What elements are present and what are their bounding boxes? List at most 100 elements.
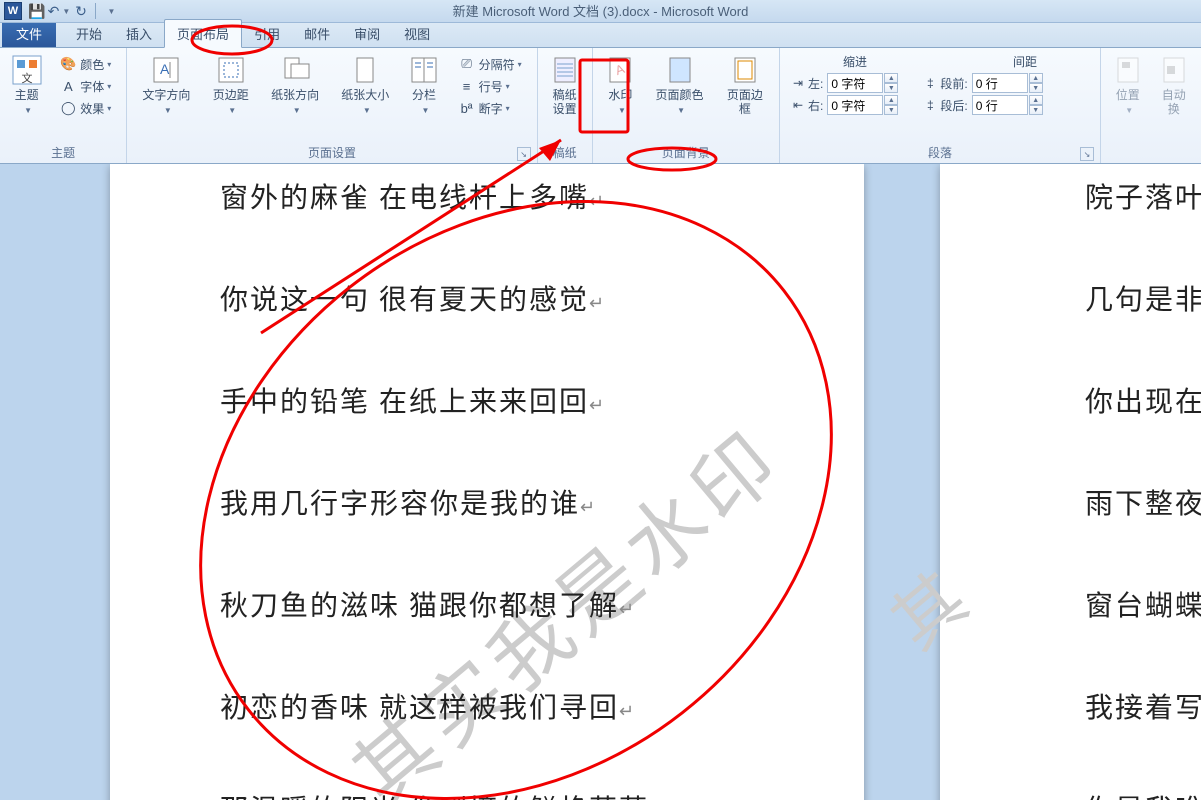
- document-line[interactable]: 你说这一句 很有夏天的感觉↵: [220, 278, 864, 318]
- fonts-icon: A: [60, 78, 76, 94]
- orientation-button[interactable]: 纸张方向▼: [260, 51, 330, 121]
- breaks-button[interactable]: ⎚分隔符▾: [452, 53, 529, 75]
- undo-icon[interactable]: ↶▼: [48, 1, 70, 21]
- page-color-icon: [664, 54, 696, 86]
- indent-right-icon: ⇤: [790, 98, 806, 112]
- indent-right-up[interactable]: ▲: [884, 95, 898, 105]
- wrap-text-icon: [1158, 54, 1190, 86]
- columns-icon: [408, 54, 440, 86]
- page-1[interactable]: 其实我是水印 窗外的麻雀 在电线杆上多嘴↵你说这一句 很有夏天的感觉↵手中的铅笔…: [110, 164, 864, 800]
- indent-left-down[interactable]: ▼: [884, 83, 898, 93]
- watermark-icon: A: [604, 54, 636, 86]
- qat-separator: [95, 3, 96, 19]
- app-icon[interactable]: W: [4, 2, 22, 20]
- tab-review[interactable]: 审阅: [342, 20, 392, 47]
- indent-right-label: 右:: [808, 97, 823, 114]
- spacing-after-up[interactable]: ▲: [1029, 95, 1043, 105]
- spacing-before-icon: ‡: [922, 76, 938, 90]
- spacing-after-label: 段后:: [940, 97, 967, 114]
- watermark-button[interactable]: A 水印▼: [597, 51, 645, 121]
- tab-page-layout[interactable]: 页面布局: [164, 19, 242, 48]
- indent-left-input[interactable]: [827, 73, 883, 93]
- ribbon: 文 主题▼ 🎨颜色▾ A字体▾ ◯效果▾ 主题 A 文字方向▼ 页边距▼: [0, 48, 1201, 164]
- columns-button[interactable]: 分栏▼: [400, 51, 447, 121]
- tab-file[interactable]: 文件: [2, 20, 56, 47]
- wrap-text-button: 自动换: [1151, 51, 1197, 119]
- size-button[interactable]: 纸张大小▼: [330, 51, 400, 121]
- themes-label: 主题: [15, 88, 39, 102]
- position-button: 位置▼: [1105, 51, 1151, 121]
- document-line[interactable]: 院子落叶: [1085, 176, 1201, 216]
- svg-text:文: 文: [21, 71, 32, 85]
- group-page-setup-label: 页面设置: [308, 146, 356, 160]
- group-manuscript-label: 稿纸: [542, 142, 588, 163]
- margins-button[interactable]: 页边距▼: [201, 51, 260, 121]
- colors-icon: 🎨: [60, 56, 76, 72]
- text-direction-icon: A: [150, 54, 182, 86]
- indent-left-up[interactable]: ▲: [884, 73, 898, 83]
- indent-left-label: 左:: [808, 75, 823, 92]
- group-theme-label: 主题: [4, 142, 122, 163]
- document-line[interactable]: 你出现在: [1085, 380, 1201, 420]
- document-area[interactable]: 其实我是水印 窗外的麻雀 在电线杆上多嘴↵你说这一句 很有夏天的感觉↵手中的铅笔…: [0, 164, 1201, 800]
- margins-icon: [215, 54, 247, 86]
- ribbon-tabs: 文件 开始 插入 页面布局 引用 邮件 审阅 视图: [0, 23, 1201, 48]
- breaks-icon: ⎚: [459, 56, 475, 72]
- save-icon[interactable]: 💾: [26, 1, 48, 21]
- page-2[interactable]: 其 院子落叶几句是非你出现在雨下整夜窗台蝴蝶我接着写你是我唯: [940, 164, 1201, 800]
- orientation-icon: [279, 54, 311, 86]
- theme-effects-button[interactable]: ◯效果▾: [53, 97, 118, 119]
- themes-button[interactable]: 文 主题▼: [4, 51, 49, 121]
- document-line[interactable]: 我用几行字形容你是我的谁↵: [220, 482, 864, 522]
- tab-insert[interactable]: 插入: [114, 20, 164, 47]
- redo-icon[interactable]: ↻: [70, 1, 92, 21]
- position-icon: [1112, 54, 1144, 86]
- indent-right-input[interactable]: [827, 95, 883, 115]
- spacing-before-down[interactable]: ▼: [1029, 83, 1043, 93]
- page-borders-button[interactable]: 页面边框: [715, 51, 775, 119]
- document-line[interactable]: 那温暖的阳光 像刚摘的鲜艳草莓↵: [220, 788, 864, 800]
- document-line[interactable]: 手中的铅笔 在纸上来来回回↵: [220, 380, 864, 420]
- hyphenation-button[interactable]: bª断字▾: [452, 97, 529, 119]
- spacing-before-up[interactable]: ▲: [1029, 73, 1043, 83]
- document-line[interactable]: 我接着写: [1085, 686, 1201, 726]
- manuscript-settings-button[interactable]: 稿纸设置: [542, 51, 588, 119]
- document-line[interactable]: 你是我唯: [1085, 788, 1201, 800]
- document-line[interactable]: 窗外的麻雀 在电线杆上多嘴↵: [220, 176, 864, 216]
- document-line[interactable]: 初恋的香味 就这样被我们寻回↵: [220, 686, 864, 726]
- group-page-bg-label: 页面背景: [597, 142, 775, 163]
- tab-home[interactable]: 开始: [64, 20, 114, 47]
- line-numbers-icon: ≡: [459, 78, 475, 94]
- text-direction-button[interactable]: A 文字方向▼: [131, 51, 201, 121]
- hyphenation-icon: bª: [459, 100, 475, 116]
- theme-fonts-button[interactable]: A字体▾: [53, 75, 118, 97]
- group-arrange-label: [1105, 159, 1197, 163]
- document-line[interactable]: 雨下整夜: [1085, 482, 1201, 522]
- customize-qat-icon[interactable]: ▼: [99, 1, 121, 21]
- themes-icon: 文: [11, 54, 43, 86]
- indent-left-icon: ⇥: [790, 76, 806, 90]
- spacing-after-down[interactable]: ▼: [1029, 105, 1043, 115]
- spacing-after-input[interactable]: [972, 95, 1028, 115]
- document-line[interactable]: 几句是非: [1085, 278, 1201, 318]
- spacing-header: 间距: [960, 53, 1090, 72]
- tab-mailings[interactable]: 邮件: [292, 20, 342, 47]
- effects-icon: ◯: [60, 100, 76, 116]
- spacing-after-icon: ‡: [922, 98, 938, 112]
- indent-right-down[interactable]: ▼: [884, 105, 898, 115]
- paragraph-launcher[interactable]: ↘: [1080, 147, 1094, 161]
- spacing-before-input[interactable]: [972, 73, 1028, 93]
- theme-colors-button[interactable]: 🎨颜色▾: [53, 53, 118, 75]
- document-line[interactable]: 窗台蝴蝶: [1085, 584, 1201, 624]
- page-color-button[interactable]: 页面颜色▼: [644, 51, 715, 121]
- document-line[interactable]: 秋刀鱼的滋味 猫跟你都想了解↵: [220, 584, 864, 624]
- page-borders-icon: [729, 54, 761, 86]
- page-setup-launcher[interactable]: ↘: [517, 147, 531, 161]
- svg-text:A: A: [160, 61, 170, 77]
- tab-view[interactable]: 视图: [392, 20, 442, 47]
- spacing-before-label: 段前:: [940, 75, 967, 92]
- tab-references[interactable]: 引用: [242, 20, 292, 47]
- line-numbers-button[interactable]: ≡行号▾: [452, 75, 529, 97]
- indent-header: 缩进: [790, 53, 920, 72]
- size-icon: [349, 54, 381, 86]
